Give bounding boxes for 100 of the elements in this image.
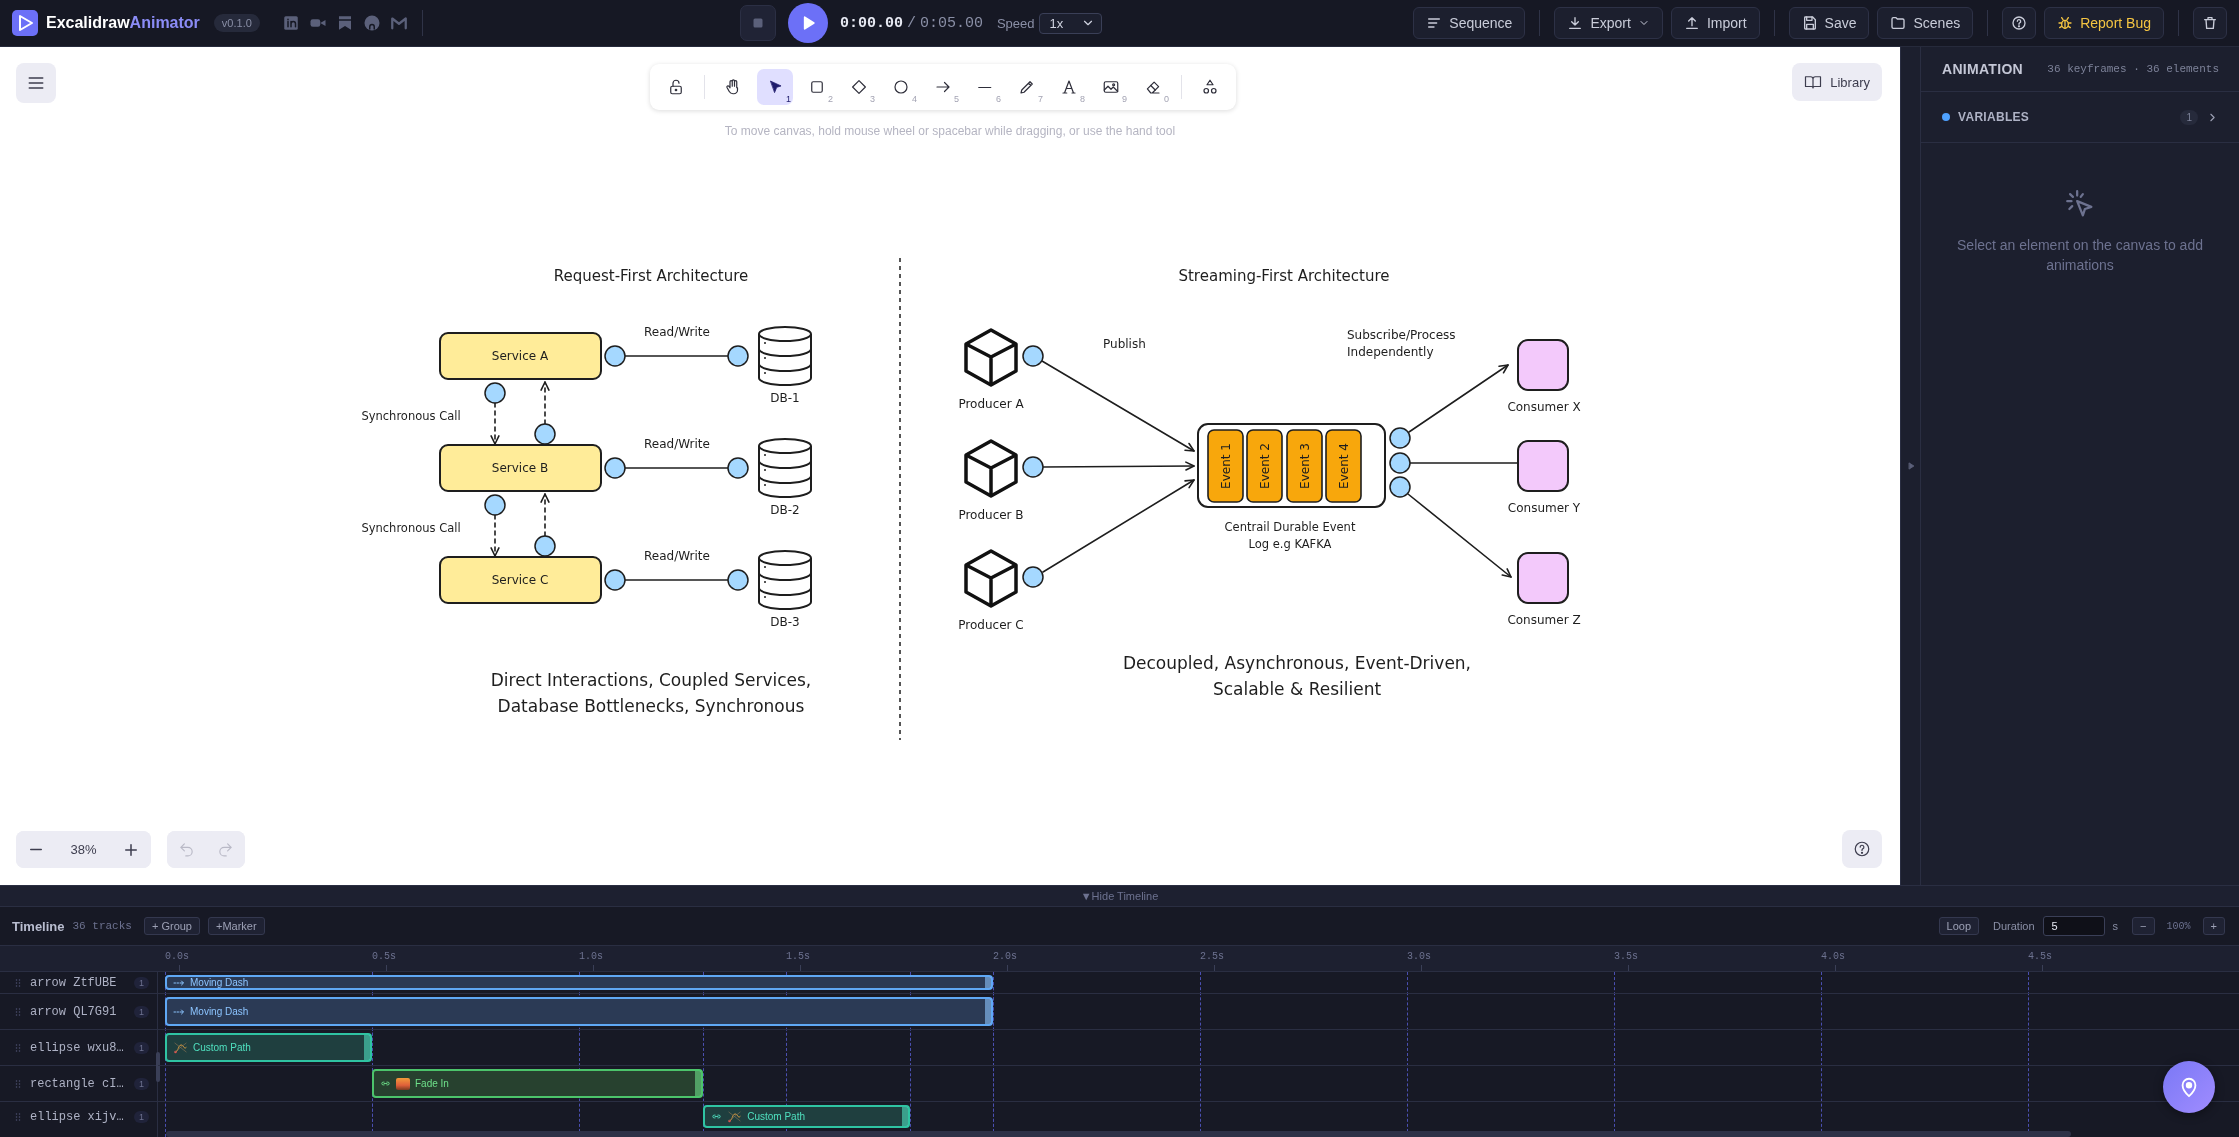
- time-separator: /: [906, 14, 916, 32]
- producer-label: Producer B: [958, 508, 1024, 522]
- app-title: ExcalidrawAnimator: [46, 14, 200, 32]
- logo-icon: [12, 10, 38, 36]
- time-tick: 2.0s: [993, 951, 1017, 962]
- diamond-icon: [850, 78, 868, 96]
- event-label: Event 3: [1297, 443, 1312, 489]
- library-button[interactable]: Library: [1792, 63, 1882, 101]
- producer-label: Producer C: [958, 618, 1024, 632]
- select-tool[interactable]: 1: [757, 69, 793, 105]
- mail-icon[interactable]: [389, 14, 408, 32]
- time-tick: 3.5s: [1614, 951, 1638, 962]
- save-button[interactable]: Save: [1788, 7, 1870, 39]
- connection-dot: [727, 569, 749, 591]
- path-icon: [173, 1040, 188, 1055]
- animation-clip[interactable]: Custom Path: [703, 1105, 911, 1128]
- link-icon: [380, 1078, 391, 1089]
- zoom-in-button[interactable]: +: [2202, 917, 2225, 935]
- cube-icon: [964, 549, 1018, 608]
- play-button[interactable]: [787, 3, 828, 43]
- help-button[interactable]: [2002, 7, 2037, 39]
- arrow: [490, 402, 500, 445]
- producer-label: Producer A: [958, 397, 1024, 411]
- arrow: [540, 381, 550, 425]
- database-icon: [758, 438, 812, 498]
- unit-label: s: [2112, 920, 2119, 932]
- sunset-icon: [396, 1077, 410, 1090]
- database-label: DB-1: [770, 391, 800, 405]
- time-tick: 0.5s: [372, 951, 396, 962]
- report-bug-button[interactable]: Report Bug: [2044, 7, 2164, 39]
- database-label: DB-3: [770, 615, 800, 629]
- canvas-hint: To move canvas, hold mouse wheel or spacebar while dragging, or use the hand tool: [723, 124, 1177, 138]
- timeline-title: Timeline: [12, 918, 65, 934]
- time-tick: 4.5s: [2028, 951, 2052, 962]
- consumer-box: [1517, 440, 1569, 492]
- pencil-icon: [1018, 78, 1036, 96]
- export-button[interactable]: Export: [1554, 7, 1663, 39]
- time-tick: 1.0s: [579, 951, 603, 962]
- duration-field[interactable]: 5: [2042, 916, 2105, 936]
- call-label: Synchronous Call: [361, 521, 461, 535]
- track-count: 36 tracks: [72, 920, 132, 932]
- loop-button[interactable]: Loop: [1938, 917, 1980, 935]
- panel-summary: 36 keyframes · 36 elements: [2047, 63, 2219, 75]
- arrow: [490, 514, 500, 557]
- consumer-box: [1517, 339, 1569, 391]
- connection-dot: [1389, 452, 1411, 474]
- add-button[interactable]: +Marker: [208, 917, 265, 935]
- line-icon: [978, 85, 992, 89]
- link-icon: [711, 1111, 723, 1122]
- duration-label: Duration: [1993, 920, 2035, 932]
- consumer-box: [1517, 552, 1569, 604]
- scenes-button[interactable]: Scenes: [1877, 7, 1974, 39]
- padlock-icon: [667, 78, 685, 96]
- time-tick: 4.0s: [1821, 951, 1845, 962]
- hide-timeline-button[interactable]: ▼Hide Timeline: [1080, 890, 1159, 902]
- scrollbar-thumb[interactable]: [166, 1131, 2071, 1137]
- track-name[interactable]: arrow ZtfUBE: [30, 975, 128, 990]
- save-icon: [1801, 15, 1818, 31]
- log-caption: Centrail Durable Event Log e.g KAFKA: [1224, 520, 1356, 551]
- connection-dot: [484, 382, 506, 404]
- add-button[interactable]: + Group: [143, 917, 200, 935]
- stop-button[interactable]: [739, 5, 776, 41]
- track-name[interactable]: rectangle cI…: [30, 1076, 128, 1091]
- redo-icon: [217, 841, 234, 858]
- help-button[interactable]: [1842, 830, 1882, 868]
- caption: Direct Interactions, Coupled Services, Database Bottlenecks, Synchronous: [490, 670, 812, 716]
- help-icon: [1853, 840, 1871, 858]
- consumer-label: Consumer Y: [1507, 501, 1581, 515]
- avatar-icon[interactable]: [362, 14, 381, 32]
- subscribe-caption: Subscribe/Process Independently: [1347, 328, 1456, 359]
- track-name[interactable]: ellipse wxu8…: [30, 1040, 128, 1055]
- track-name[interactable]: arrow QL7G91: [30, 1004, 128, 1019]
- import-button[interactable]: Import: [1670, 7, 1760, 39]
- connection-dot: [727, 457, 749, 479]
- delete-button[interactable]: [2193, 7, 2227, 39]
- lines-icon: [1426, 15, 1443, 31]
- connection-dot: [1022, 456, 1044, 478]
- profile-icon[interactable]: [281, 14, 300, 32]
- section-header[interactable]: VARIABLES 1: [1921, 92, 2239, 143]
- caption: Decoupled, Asynchronous, Event-Driven, Scalable & Resilient: [1122, 653, 1472, 699]
- sequence-button[interactable]: Sequence: [1413, 7, 1526, 39]
- count-badge: 1: [134, 1005, 149, 1018]
- animation-clip[interactable]: Moving Dash: [165, 997, 993, 1026]
- service-label: Service A: [491, 349, 549, 363]
- speed-label: Speed: [996, 15, 1035, 31]
- animation-clip[interactable]: Custom Path: [165, 1033, 372, 1062]
- speed-select[interactable]: 1x: [1038, 12, 1103, 34]
- zoom-out-button[interactable]: −: [2132, 917, 2155, 935]
- menu-button[interactable]: [16, 63, 56, 103]
- download-icon: [1567, 15, 1584, 31]
- database-label: DB-2: [770, 503, 800, 517]
- shapes-icon: [1201, 78, 1219, 96]
- count-badge: 1: [2180, 109, 2198, 125]
- track-name[interactable]: ellipse xijv…: [30, 1109, 128, 1124]
- connection-dot: [604, 457, 626, 479]
- animation-clip[interactable]: Moving Dash: [165, 975, 993, 990]
- scrollbar-thumb[interactable]: [156, 1052, 160, 1082]
- animation-clip[interactable]: Fade In: [372, 1069, 704, 1098]
- empty-state-text: Select an element on the canvas to add animations: [1956, 236, 2204, 275]
- trash-icon: [2202, 15, 2218, 31]
